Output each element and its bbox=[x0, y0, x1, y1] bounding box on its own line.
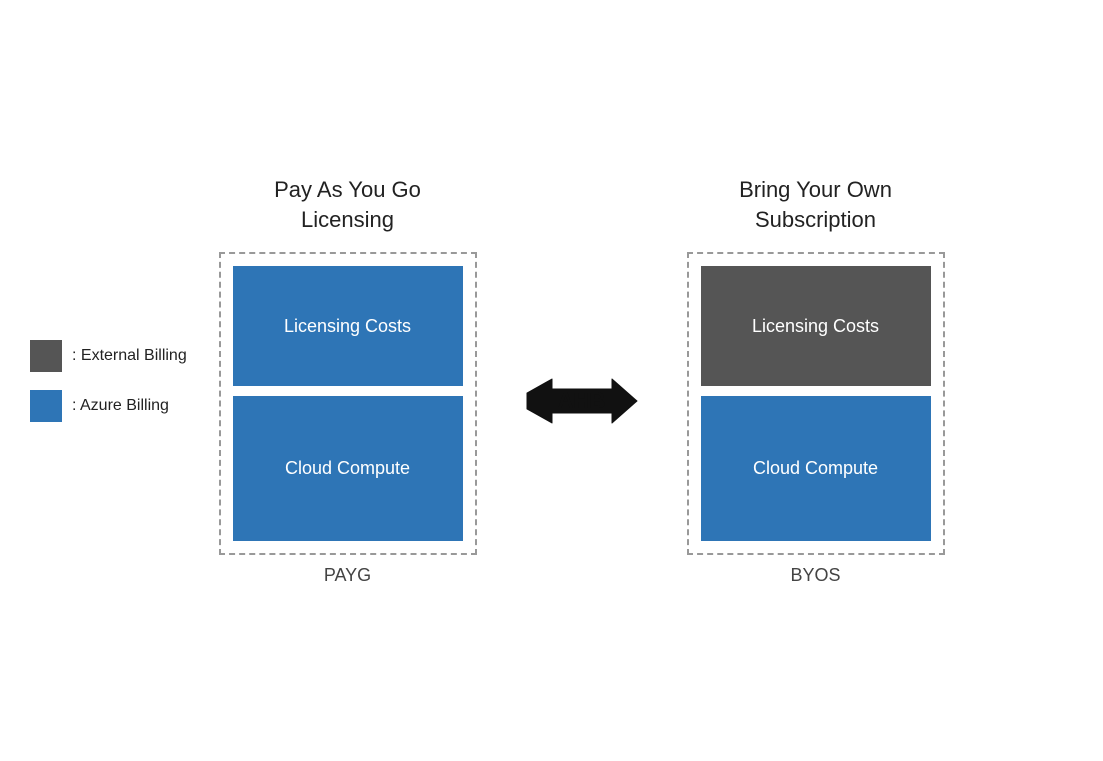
payg-dashed-box: Licensing Costs Cloud Compute bbox=[219, 252, 477, 555]
byos-compute-label: Cloud Compute bbox=[753, 458, 878, 479]
byos-title: Bring Your OwnSubscription bbox=[739, 175, 892, 234]
ahb-arrow-container: AHB bbox=[517, 371, 647, 431]
legend-box-azure bbox=[30, 390, 62, 422]
main-container: : External Billing : Azure Billing Pay A… bbox=[0, 0, 1103, 761]
byos-label: BYOS bbox=[790, 565, 840, 586]
payg-label: PAYG bbox=[324, 565, 371, 586]
legend-box-external bbox=[30, 340, 62, 372]
payg-licensing-label: Licensing Costs bbox=[284, 316, 411, 337]
byos-column: Bring Your OwnSubscription Licensing Cos… bbox=[687, 175, 945, 586]
byos-compute-block: Cloud Compute bbox=[701, 396, 931, 541]
legend-label-external: : External Billing bbox=[72, 347, 187, 365]
payg-compute-label: Cloud Compute bbox=[285, 458, 410, 479]
legend-label-azure: : Azure Billing bbox=[72, 397, 169, 415]
byos-dashed-box: Licensing Costs Cloud Compute bbox=[687, 252, 945, 555]
payg-column: Pay As You GoLicensing Licensing Costs C… bbox=[219, 175, 477, 586]
byos-licensing-block: Licensing Costs bbox=[701, 266, 931, 386]
legend-item-azure: : Azure Billing bbox=[30, 390, 187, 422]
byos-licensing-label: Licensing Costs bbox=[752, 316, 879, 337]
ahb-label: AHB bbox=[558, 388, 606, 414]
legend-item-external: : External Billing bbox=[30, 340, 187, 372]
payg-title: Pay As You GoLicensing bbox=[274, 175, 421, 234]
ahb-arrow: AHB bbox=[517, 371, 647, 431]
payg-licensing-block: Licensing Costs bbox=[233, 266, 463, 386]
legend: : External Billing : Azure Billing bbox=[30, 340, 187, 422]
diagram-area: Pay As You GoLicensing Licensing Costs C… bbox=[219, 175, 945, 586]
payg-compute-block: Cloud Compute bbox=[233, 396, 463, 541]
